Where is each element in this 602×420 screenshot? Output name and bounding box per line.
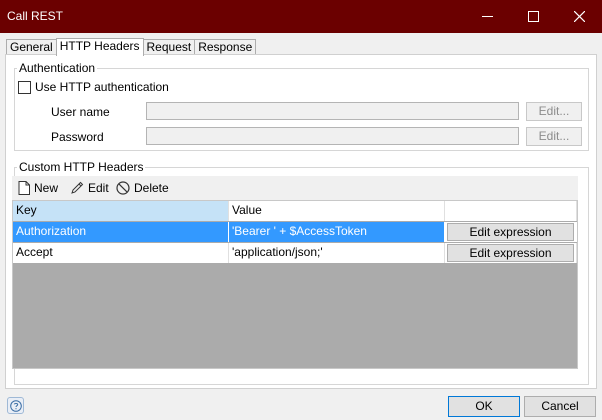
password-label: Password — [51, 130, 104, 144]
window-title: Call REST — [7, 9, 64, 23]
new-button-label: New — [34, 181, 59, 195]
maximize-button[interactable] — [510, 0, 556, 33]
custom-headers-group-label: Custom HTTP Headers — [19, 160, 144, 174]
ok-button[interactable]: OK — [448, 396, 520, 417]
minimize-button[interactable] — [464, 0, 510, 33]
column-header-blank — [445, 201, 577, 221]
new-button[interactable]: New — [18, 179, 58, 197]
pencil-icon — [71, 181, 84, 194]
tab-strip: General HTTP Headers Request Response — [6, 38, 257, 56]
tab-http-headers[interactable]: HTTP Headers — [55, 38, 144, 56]
table-row[interactable]: Authorization 'Bearer ' + $AccessToken E… — [13, 222, 577, 242]
prohibited-icon — [116, 181, 130, 195]
edit-button-label: Edit — [88, 181, 109, 195]
value-cell[interactable]: 'application/json;' — [229, 243, 445, 263]
title-bar: Call REST — [0, 0, 602, 33]
password-edit-button[interactable]: Edit... — [526, 127, 582, 146]
edit-expression-button[interactable]: Edit expression — [447, 244, 574, 262]
close-button[interactable] — [556, 0, 602, 33]
column-header-value[interactable]: Value — [229, 201, 445, 221]
delete-button-label: Delete — [134, 181, 169, 195]
maximize-icon — [527, 11, 539, 22]
headers-toolbar: New Edit Delete — [12, 176, 578, 200]
cancel-button[interactable]: Cancel — [524, 396, 596, 417]
table-row[interactable]: Accept 'application/json;' Edit expressi… — [13, 243, 577, 263]
username-field[interactable] — [146, 102, 519, 120]
column-header-key[interactable]: Key — [13, 201, 229, 221]
username-edit-button[interactable]: Edit... — [526, 102, 582, 121]
button-cell: Edit expression — [445, 222, 577, 242]
help-button[interactable] — [7, 397, 24, 414]
username-label: User name — [51, 105, 110, 119]
use-http-auth-checkbox[interactable] — [18, 81, 31, 94]
table-header-row: Key Value — [13, 201, 577, 221]
headers-table[interactable]: Key Value Authorization 'Bearer ' + $Acc… — [12, 200, 578, 369]
key-cell[interactable]: Accept — [13, 243, 229, 263]
button-cell: Edit expression — [445, 243, 577, 263]
value-cell[interactable]: 'Bearer ' + $AccessToken — [229, 222, 445, 242]
password-field[interactable] — [146, 127, 519, 145]
delete-button[interactable]: Delete — [116, 179, 169, 197]
new-document-icon — [18, 181, 30, 195]
question-mark-icon — [9, 399, 22, 412]
minimize-icon — [481, 16, 493, 17]
edit-expression-button[interactable]: Edit expression — [447, 223, 574, 241]
close-icon — [573, 11, 585, 22]
key-cell[interactable]: Authorization — [13, 222, 229, 242]
use-http-auth-label: Use HTTP authentication — [35, 80, 169, 94]
edit-button[interactable]: Edit — [70, 179, 109, 197]
authentication-group-label: Authentication — [19, 61, 96, 75]
